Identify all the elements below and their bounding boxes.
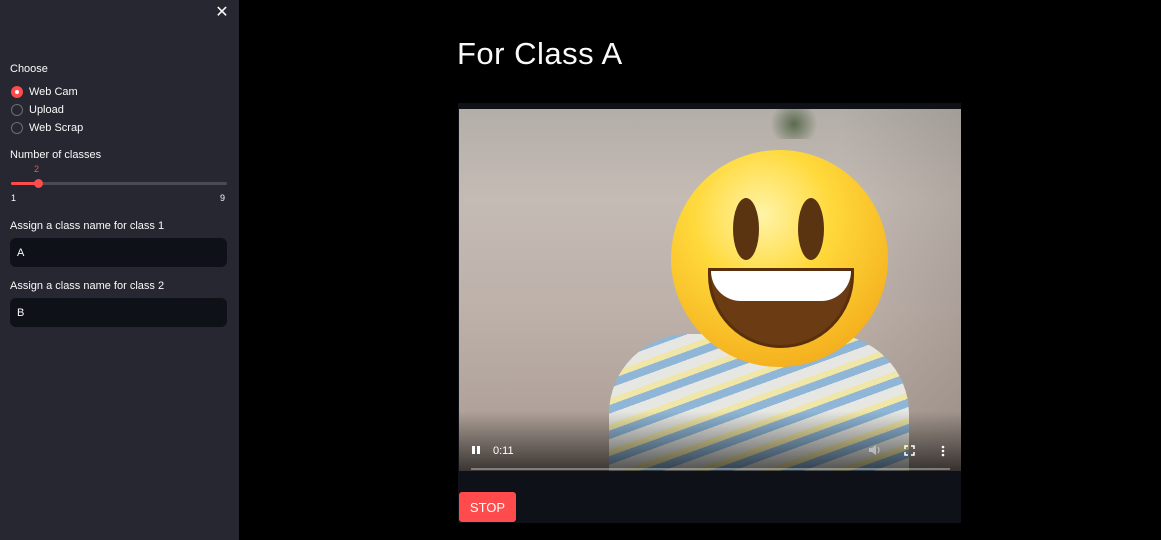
class1-input[interactable]	[10, 238, 227, 267]
webcam-video[interactable]: 0:11	[459, 109, 961, 471]
pause-icon[interactable]	[471, 445, 481, 458]
radio-webscrap[interactable]: Web Scrap	[11, 120, 83, 136]
radio-upload[interactable]: Upload	[11, 102, 64, 118]
video-time: 0:11	[493, 445, 514, 457]
radio-upload-circle[interactable]	[11, 104, 23, 116]
emoji-mouth	[708, 268, 854, 348]
close-sidebar-icon[interactable]: ✕	[212, 2, 232, 22]
radio-webscrap-circle[interactable]	[11, 122, 23, 134]
radio-webcam-circle[interactable]	[11, 86, 23, 98]
num-classes-slider[interactable]	[11, 179, 227, 188]
class2-input[interactable]	[10, 298, 227, 327]
slider-value: 2	[34, 164, 40, 174]
emoji-right-eye	[798, 198, 824, 260]
slider-thumb[interactable]	[33, 179, 43, 188]
radio-upload-label: Upload	[29, 104, 64, 116]
radio-webscrap-label: Web Scrap	[29, 122, 84, 134]
emoji-left-eye	[733, 198, 759, 260]
slider-min: 1	[11, 193, 17, 203]
radio-webcam-label: Web Cam	[29, 86, 78, 98]
num-classes-label: Number of classes	[10, 149, 102, 161]
radio-webcam[interactable]: Web Cam	[11, 84, 78, 100]
slider-max: 9	[220, 193, 226, 203]
video-controls-shade	[459, 411, 961, 471]
emoji-teeth	[711, 271, 851, 301]
video-progress-bar[interactable]	[471, 468, 950, 470]
choose-label: Choose	[10, 63, 48, 75]
class1-label: Assign a class name for class 1	[10, 220, 165, 232]
class2-label: Assign a class name for class 2	[10, 280, 165, 292]
more-vert-icon[interactable]	[941, 445, 945, 460]
stop-button[interactable]: STOP	[459, 492, 516, 522]
bottom-bar	[458, 487, 961, 523]
volume-icon[interactable]	[868, 444, 882, 459]
smiley-emoji-icon	[671, 150, 888, 367]
sidebar: ✕ Choose Web Cam Upload Web Scrap Number…	[0, 0, 239, 540]
background-plant	[764, 109, 824, 139]
video-frame: 0:11	[458, 103, 961, 487]
page-title: For Class A	[457, 36, 623, 71]
fullscreen-icon[interactable]	[904, 445, 915, 459]
